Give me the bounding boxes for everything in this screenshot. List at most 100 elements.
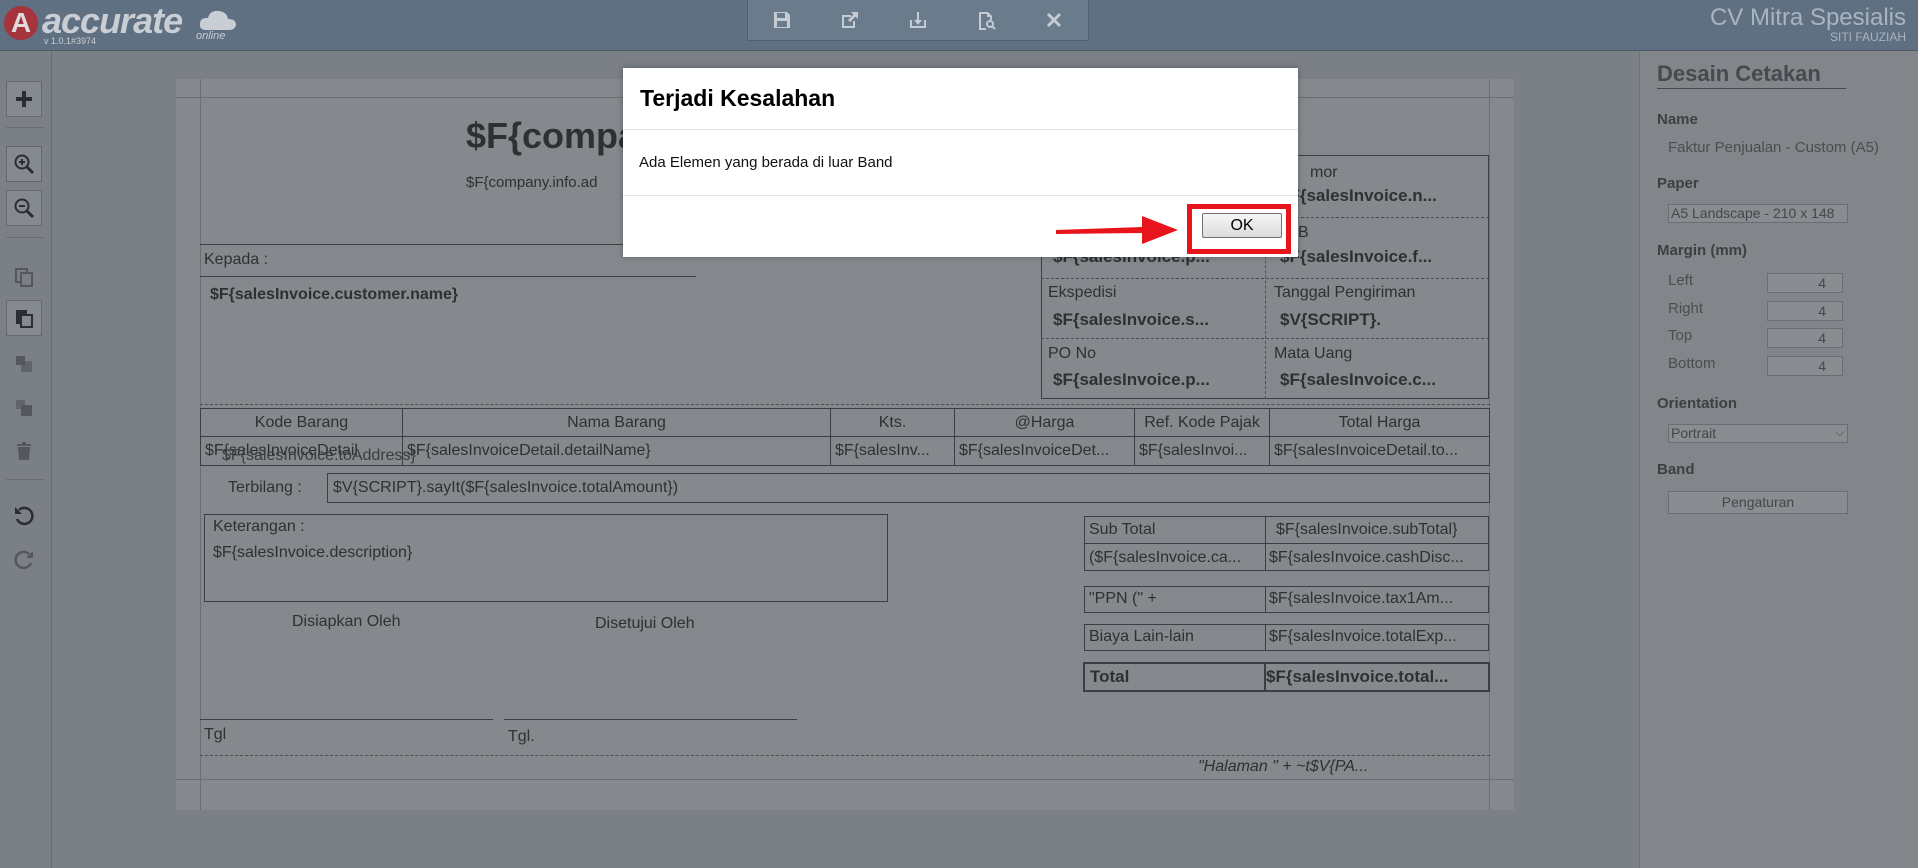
user-name: SITI FAUZIAH [1829, 30, 1906, 44]
kepada-label[interactable]: Kepada : [204, 251, 268, 269]
table-cell[interactable]: $F{salesInvoiceDet... [955, 437, 1135, 465]
margin-top-input[interactable]: 4 [1767, 328, 1843, 348]
column-header[interactable]: @Harga [955, 409, 1135, 436]
divider [1265, 586, 1266, 613]
terbilang-field[interactable]: $V{SCRIPT}.sayIt($F{salesInvoice.totalAm… [333, 479, 678, 497]
zoom-out-icon[interactable] [6, 190, 42, 226]
b-label[interactable]: B [1298, 224, 1309, 242]
export-icon[interactable] [838, 8, 862, 32]
toolbar [747, 0, 1089, 41]
logo-mark: A [4, 6, 38, 40]
margin-right-label: Right [1668, 300, 1704, 317]
dialog-message: Ada Elemen yang berada di luar Band [639, 154, 893, 171]
total-label[interactable]: Total [1090, 667, 1129, 687]
import-icon[interactable] [906, 8, 930, 32]
mata-uang-field[interactable]: $F{salesInvoice.c... [1280, 370, 1485, 390]
total-field[interactable]: $F{salesInvoice.total... [1266, 667, 1488, 687]
info-divider [1041, 338, 1489, 339]
ekspedisi-label[interactable]: Ekspedisi [1048, 284, 1116, 302]
subtotal-label[interactable]: Sub Total [1089, 521, 1155, 539]
paste-icon[interactable] [6, 300, 42, 336]
signature-line [504, 719, 797, 720]
margin-right-input[interactable]: 4 [1767, 301, 1843, 321]
table-cell[interactable]: $F{salesInv... [831, 437, 955, 465]
customer-name-field[interactable]: $F{salesInvoice.customer.name} [210, 286, 458, 304]
company-address-field[interactable]: $F{company.info.ad [466, 174, 597, 191]
subtotal-field[interactable]: $F{salesInvoice.subTotal} [1276, 521, 1488, 539]
divider [200, 276, 696, 277]
add-icon[interactable] [6, 81, 42, 117]
disetujui-label[interactable]: Disetujui Oleh [595, 615, 695, 633]
tanggal-pengiriman-label[interactable]: Tanggal Pengiriman [1274, 284, 1415, 302]
margin-bottom-label: Bottom [1668, 355, 1716, 372]
divider [623, 129, 1298, 130]
keterangan-box[interactable]: Keterangan : $F{salesInvoice.description… [204, 514, 888, 602]
logo-online: online [196, 30, 226, 42]
margin-bottom-input[interactable]: 4 [1767, 356, 1843, 376]
bring-front-icon[interactable] [6, 346, 42, 382]
table-cell[interactable]: $F{salesInvoiceDetail.to... [1270, 437, 1489, 465]
po-label[interactable]: PO No [1048, 345, 1096, 363]
tgl-label-1[interactable]: Tgl [204, 726, 226, 744]
b-field-right[interactable]: $F{salesInvoice.f... [1280, 247, 1485, 267]
paper-select[interactable]: A5 Landscape - 210 x 148 [1668, 204, 1848, 223]
red-arrow-icon [1056, 216, 1178, 244]
divider [1265, 516, 1266, 571]
column-header[interactable]: Nama Barang [403, 409, 831, 436]
divider [623, 195, 1298, 196]
band-guide [200, 755, 1490, 756]
margin-label: Margin (mm) [1657, 242, 1747, 259]
ppn-label-field[interactable]: "PPN (" + [1089, 590, 1157, 608]
terbilang-box[interactable]: $V{SCRIPT}.sayIt($F{salesInvoice.totalAm… [327, 473, 1490, 503]
orientation-select[interactable]: Portrait ⌵ [1668, 424, 1848, 443]
discount-label-field[interactable]: ($F{salesInvoice.ca... [1089, 549, 1261, 567]
column-header[interactable]: Kode Barang [201, 409, 403, 436]
copy-icon[interactable] [6, 259, 42, 295]
margin-left-label: Left [1668, 272, 1694, 289]
column-header[interactable]: Ref. Kode Pajak [1135, 409, 1270, 436]
redo-icon[interactable] [6, 542, 42, 578]
biaya-label[interactable]: Biaya Lain-lain [1089, 628, 1194, 646]
close-icon[interactable] [1042, 8, 1066, 32]
preview-icon[interactable] [974, 8, 998, 32]
delete-icon[interactable] [6, 433, 42, 469]
terbilang-label[interactable]: Terbilang : [228, 479, 302, 497]
divider [1265, 624, 1266, 651]
ekspedisi-field[interactable]: $F{salesInvoice.s... [1053, 310, 1258, 330]
info-divider [1041, 278, 1489, 279]
ppn-field[interactable]: $F{salesInvoice.tax1Am... [1269, 590, 1485, 608]
keterangan-field[interactable]: $F{salesInvoice.description} [213, 544, 412, 562]
mata-uang-label[interactable]: Mata Uang [1274, 345, 1352, 363]
keterangan-label[interactable]: Keterangan : [213, 518, 305, 536]
discount-field[interactable]: $F{salesInvoice.cashDisc... [1269, 549, 1485, 567]
page-number-field[interactable]: "Halaman " + ~t$V{PA... [1198, 758, 1368, 776]
margin-left-input[interactable]: 4 [1767, 273, 1843, 293]
disiapkan-label[interactable]: Disiapkan Oleh [292, 613, 401, 631]
band-label: Band [1657, 461, 1695, 478]
send-back-icon[interactable] [6, 390, 42, 426]
margin-guide [176, 779, 1514, 780]
dialog-title: Terjadi Kesalahan [640, 85, 836, 111]
column-header[interactable]: Kts. [831, 409, 955, 436]
top-bar: A accurate online v 1.0.1#3974 CV Mitra … [0, 0, 1918, 51]
save-icon[interactable] [770, 8, 794, 32]
tgl-label-2[interactable]: Tgl. [508, 728, 535, 746]
column-header[interactable]: Total Harga [1270, 409, 1489, 436]
tanggal-pengiriman-field[interactable]: $V{SCRIPT}. [1280, 310, 1381, 330]
separator [6, 127, 44, 128]
to-address-field[interactable]: $F{salesInvoice.toAddress} [222, 447, 416, 465]
orientation-label: Orientation [1657, 395, 1738, 412]
nomor-field[interactable]: $F{salesInvoice.n... [1280, 186, 1480, 206]
zoom-in-icon[interactable] [6, 146, 42, 182]
undo-icon[interactable] [6, 498, 42, 534]
highlight-box [1187, 204, 1291, 254]
company-name-field[interactable]: $F{compa [466, 115, 638, 157]
separator [6, 479, 44, 480]
biaya-field[interactable]: $F{salesInvoice.totalExp... [1269, 628, 1485, 646]
table-cell[interactable]: $F{salesInvoi... [1135, 437, 1270, 465]
table-cell[interactable]: $F{salesInvoiceDetail.detailName} [403, 437, 831, 465]
margin-top-label: Top [1668, 327, 1693, 344]
nomor-label[interactable]: mor [1310, 164, 1338, 182]
band-settings-button[interactable]: Pengaturan [1668, 491, 1848, 514]
po-field[interactable]: $F{salesInvoice.p... [1053, 370, 1258, 390]
